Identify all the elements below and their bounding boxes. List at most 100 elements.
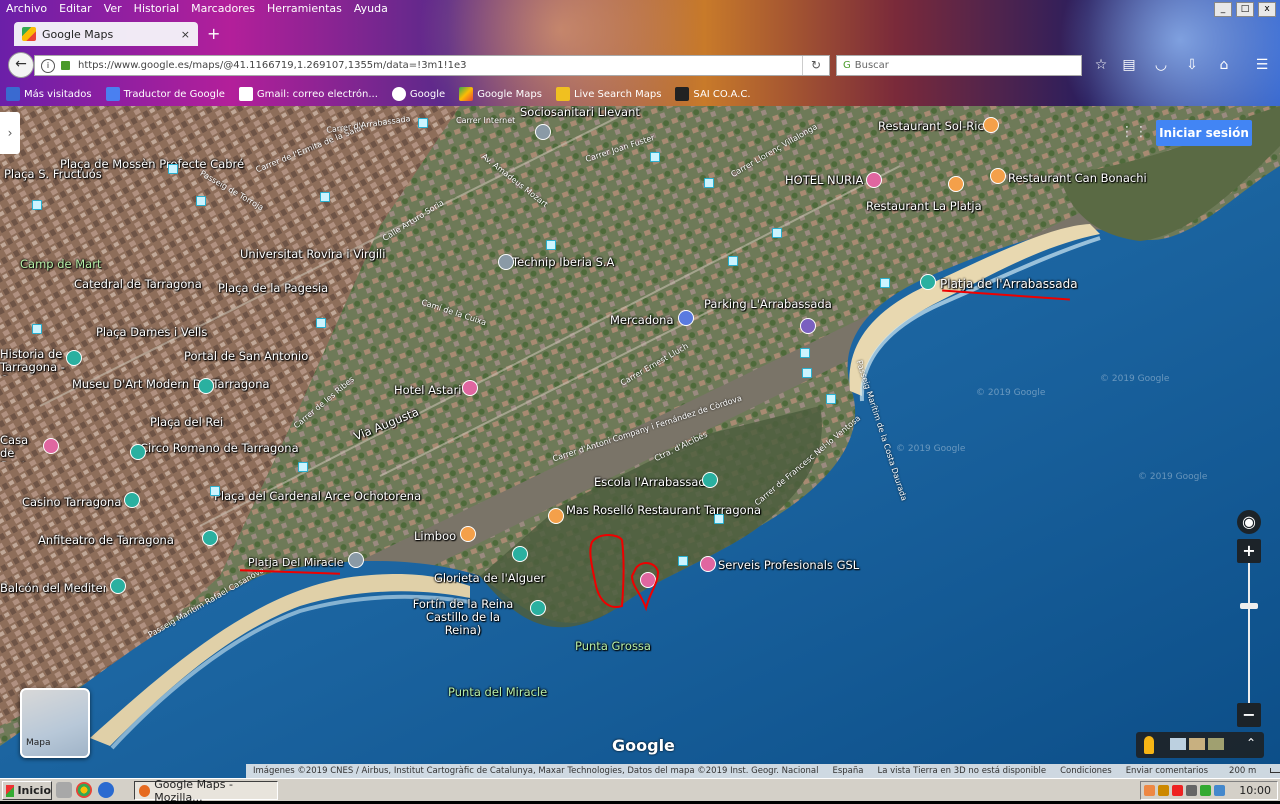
place-label[interactable]: Mas Roselló Restaurant Tarragona [566, 504, 761, 517]
place-label[interactable]: Fortín de la Reina Castillo de la Reina) [406, 598, 520, 637]
place-label[interactable]: Sociosanitari Llevant [520, 106, 640, 119]
bookmark-live-search[interactable]: Live Search Maps [550, 84, 661, 104]
school-pin-icon[interactable] [702, 472, 718, 488]
search-placeholder[interactable]: Buscar [855, 60, 889, 71]
imagery-thumb[interactable] [1170, 738, 1186, 750]
place-label[interactable]: Catedral de Tarragona [74, 278, 202, 291]
shopping-cart-icon[interactable] [678, 310, 694, 326]
parking-icon[interactable] [800, 318, 816, 334]
bus-stop-icon[interactable] [704, 178, 714, 188]
bookmark-google[interactable]: Google [386, 84, 445, 104]
bookmark-traductor[interactable]: Traductor de Google [100, 84, 225, 104]
bookmark-gmail[interactable]: Gmail: correo electrón... [233, 84, 378, 104]
place-label[interactable]: Historia de Tarragona - Casa... [0, 348, 66, 376]
footer-link-condiciones[interactable]: Condiciones [1060, 766, 1112, 776]
bookmark-star-icon[interactable]: ☆ [1092, 56, 1110, 74]
place-label[interactable]: Portal de San Antonio [184, 350, 308, 363]
place-label[interactable]: Restaurant Sol-Ric [878, 120, 984, 133]
bus-stop-icon[interactable] [546, 240, 556, 250]
menu-marcadores[interactable]: Marcadores [185, 0, 261, 18]
place-label[interactable]: Plaça Dames i Vells [96, 326, 207, 339]
search-box[interactable]: G Buscar [836, 55, 1082, 76]
zoom-out-button[interactable]: − [1237, 703, 1261, 727]
place-pin-icon[interactable] [700, 556, 716, 572]
network-icon[interactable] [1200, 785, 1211, 796]
close-tab-icon[interactable]: × [181, 28, 190, 41]
place-label[interactable]: Punta del Miracle [448, 686, 547, 699]
bus-stop-icon[interactable] [714, 514, 724, 524]
bus-stop-icon[interactable] [880, 278, 890, 288]
place-pin-icon[interactable] [512, 546, 528, 562]
bookmark-mas-visitados[interactable]: Más visitados [0, 84, 92, 104]
place-pin-icon[interactable] [535, 124, 551, 140]
beach-pin-icon[interactable] [920, 274, 936, 290]
pegman-icon[interactable] [1144, 736, 1154, 754]
reading-list-icon[interactable]: ▤ [1120, 56, 1138, 74]
place-label[interactable]: Platja Del Miracle [248, 556, 344, 569]
place-label[interactable]: Parking L'Arrabassada [704, 298, 832, 311]
place-label[interactable]: Restaurant Can Bonachi [1008, 172, 1147, 185]
place-label[interactable]: Serveis Profesionals GSL [718, 559, 859, 572]
tray-icon[interactable] [1158, 785, 1169, 796]
bus-stop-icon[interactable] [196, 196, 206, 206]
restaurant-pin-icon[interactable] [948, 176, 964, 192]
museum-pin-icon[interactable] [202, 530, 218, 546]
place-label[interactable]: Museu D'Art Modern De Tarragona [72, 378, 270, 391]
restaurant-pin-icon[interactable] [990, 168, 1006, 184]
museum-pin-icon[interactable] [66, 350, 82, 366]
zoom-slider-handle[interactable] [1240, 603, 1258, 609]
start-button[interactable]: Inicio [2, 781, 52, 800]
hotel-pin-icon[interactable] [866, 172, 882, 188]
satellite-map[interactable]: © 2019 Google © 2019 Google © 2019 Googl… [0, 106, 1280, 778]
maximize-button[interactable]: □ [1236, 2, 1254, 17]
tray-icon[interactable] [1144, 785, 1155, 796]
bus-stop-icon[interactable] [772, 228, 782, 238]
menu-ayuda[interactable]: Ayuda [348, 0, 394, 18]
back-button[interactable]: ← [8, 52, 34, 78]
menu-archivo[interactable]: Archivo [0, 0, 53, 18]
place-label[interactable]: Plaça S. Fructuós [4, 168, 102, 181]
zoom-slider-track[interactable] [1248, 563, 1250, 703]
museum-pin-icon[interactable] [130, 444, 146, 460]
download-icon[interactable]: ⇩ [1183, 56, 1201, 74]
menu-herramientas[interactable]: Herramientas [261, 0, 348, 18]
url-text[interactable]: https://www.google.es/maps/@41.1166719,1… [78, 60, 467, 71]
home-icon[interactable]: ⌂ [1215, 56, 1233, 74]
place-label[interactable]: Balcón del Mediterráneo [0, 582, 106, 595]
place-label[interactable]: Plaça del Cardenal Arce Ochotorena [214, 490, 421, 503]
bus-stop-icon[interactable] [320, 192, 330, 202]
restaurant-pin-icon[interactable] [460, 526, 476, 542]
scale-bar[interactable]: 200 m [1222, 766, 1280, 776]
hamburger-menu-icon[interactable]: ☰ [1253, 56, 1271, 74]
imagery-thumb[interactable] [1189, 738, 1205, 750]
bus-stop-icon[interactable] [210, 486, 220, 496]
bus-stop-icon[interactable] [32, 200, 42, 210]
url-bar[interactable]: i https://www.google.es/maps/@41.1166719… [34, 55, 830, 76]
place-label[interactable]: Anfiteatro de Tarragona [38, 534, 174, 547]
tray-icon[interactable] [1172, 785, 1183, 796]
museum-pin-icon[interactable] [110, 578, 126, 594]
museum-pin-icon[interactable] [198, 378, 214, 394]
chrome-icon[interactable] [76, 782, 92, 798]
place-label[interactable]: Limboo [414, 530, 456, 543]
bookmark-sai-coac[interactable]: SAI CO.A.C. [669, 84, 751, 104]
place-label[interactable]: HOTEL NURIA [785, 174, 863, 187]
my-location-button[interactable]: ◉ [1237, 510, 1261, 534]
restaurant-pin-icon[interactable] [983, 117, 999, 133]
place-pin-icon[interactable] [43, 438, 59, 454]
place-label[interactable]: Hotel Astari [394, 384, 461, 397]
bookmark-google-maps[interactable]: Google Maps [453, 84, 542, 104]
menu-editar[interactable]: Editar [53, 0, 98, 18]
tray-icon[interactable] [1214, 785, 1225, 796]
bus-stop-icon[interactable] [298, 462, 308, 472]
expand-chevron-icon[interactable]: ⌃ [1246, 736, 1256, 750]
footer-link-comentarios[interactable]: Enviar comentarios [1126, 766, 1208, 776]
footer-link-espana[interactable]: España [832, 766, 863, 776]
place-label[interactable]: Technip Iberia S.A [512, 256, 614, 269]
bus-stop-icon[interactable] [168, 164, 178, 174]
place-label[interactable]: Punta Grossa [575, 640, 651, 653]
bus-stop-icon[interactable] [650, 152, 660, 162]
place-pin-icon[interactable] [498, 254, 514, 270]
close-window-button[interactable]: x [1258, 2, 1276, 17]
place-label[interactable]: Restaurant La Platja [866, 200, 982, 213]
